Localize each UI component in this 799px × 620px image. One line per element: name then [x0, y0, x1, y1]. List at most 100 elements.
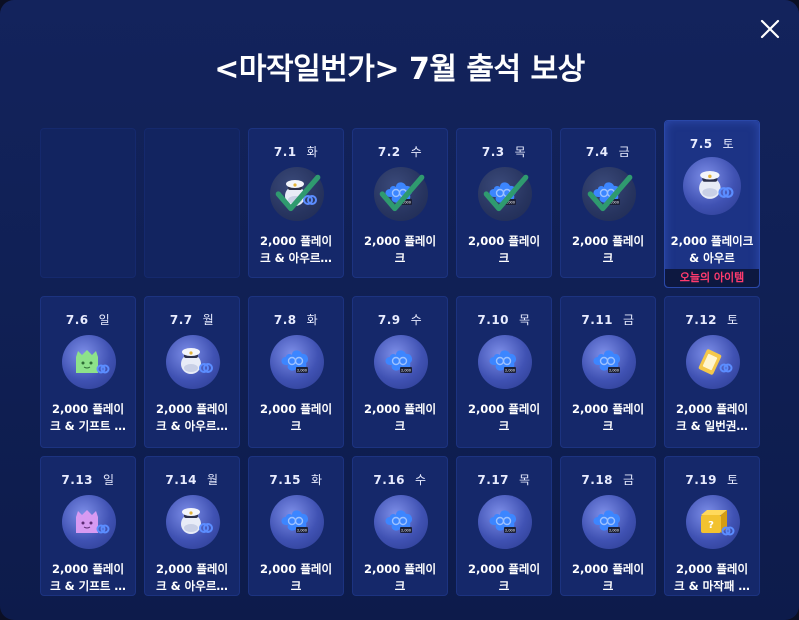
reward-date: 7.5 토: [665, 135, 759, 152]
day-text: 목: [519, 313, 531, 327]
svg-text:2,000: 2,000: [401, 369, 411, 373]
day-text: 일: [103, 473, 115, 487]
svg-text:2,000: 2,000: [401, 529, 411, 533]
pleike-coin-icon: 2,000: [478, 495, 532, 549]
reward-cell[interactable]: 7.14 월 2,000 플레이 크 & 아우르…: [144, 456, 240, 596]
reward-cell[interactable]: 7.6 일 2,000 플레이 크 & 기프트 …: [40, 296, 136, 448]
reward-date: 7.2 수: [353, 143, 447, 160]
reward-date: 7.14 월: [145, 471, 239, 488]
svg-text:2,000: 2,000: [297, 529, 307, 533]
reward-cell[interactable]: 7.18 금 2,000 2,000 플레이 크: [560, 456, 656, 596]
day-text: 화: [311, 473, 323, 487]
captain-hat-icon: [166, 495, 220, 549]
reward-date: 7.15 화: [249, 471, 343, 488]
date-text: 7.19: [685, 473, 718, 487]
day-text: 월: [207, 473, 219, 487]
date-text: 7.16: [373, 473, 406, 487]
check-icon: [483, 174, 529, 212]
reward-cell[interactable]: 7.8 화 2,000 2,000 플레이 크: [248, 296, 344, 448]
reward-label: 2,000 플레이 크: [259, 562, 333, 593]
reward-date: 7.18 금: [561, 471, 655, 488]
reward-date: 7.17 목: [457, 471, 551, 488]
date-text: 7.9: [377, 313, 401, 327]
day-text: 수: [410, 145, 423, 159]
date-text: 7.6: [65, 313, 89, 327]
check-icon: [379, 174, 425, 212]
svg-text:2,000: 2,000: [297, 369, 307, 373]
date-text: 7.18: [581, 473, 614, 487]
reward-cell[interactable]: 7.17 목 2,000 2,000 플레이 크: [456, 456, 552, 596]
reward-cell[interactable]: 7.3 목 2,000 2,000 플레이 크: [456, 128, 552, 278]
reward-cell[interactable]: 7.10 목 2,000 2,000 플레이 크: [456, 296, 552, 448]
modal-title: <마작일번가> 7월 출석 보상: [214, 52, 585, 87]
ticket-icon: [686, 335, 740, 389]
day-text: 화: [306, 145, 319, 159]
attendance-modal: <마작일번가> 7월 출석 보상 7.1 화 2,000 플레이 크 & 아우르……: [0, 0, 799, 620]
gift-bag-green-icon: [62, 335, 116, 389]
reward-date: 7.11 금: [561, 311, 655, 328]
day-text: 목: [514, 145, 527, 159]
gift-bag-purple-icon: [62, 495, 116, 549]
reward-cell[interactable]: 7.11 금 2,000 2,000 플레이 크: [560, 296, 656, 448]
reward-label: 2,000 플레이 크: [363, 562, 437, 593]
date-text: 7.12: [685, 313, 718, 327]
date-text: 7.17: [477, 473, 510, 487]
reward-cell[interactable]: 7.15 화 2,000 2,000 플레이 크: [248, 456, 344, 596]
check-icon: [587, 174, 633, 212]
date-text: 7.4: [585, 145, 609, 159]
date-text: 7.11: [581, 313, 614, 327]
reward-label: 2,000 플레이 크: [363, 402, 437, 433]
reward-date: 7.6 일: [41, 311, 135, 328]
reward-label: 2,000 플레이 크 & 아우르…: [155, 402, 229, 433]
reward-label: 2,000 플레이 크 & 기프트 …: [50, 562, 126, 593]
reward-cell[interactable]: 7.4 금 2,000 2,000 플레이 크: [560, 128, 656, 278]
reward-label: 2,000 플레이 크 & 기프트 …: [50, 402, 126, 433]
day-text: 금: [623, 473, 635, 487]
reward-label: 2,000 플레이 크 & 아우르…: [259, 234, 333, 265]
reward-cell[interactable]: 7.19 토 ? 2,000 플레이 크 & 마작패 …: [664, 456, 760, 596]
date-text: 7.10: [477, 313, 510, 327]
reward-date: 7.7 월: [145, 311, 239, 328]
date-text: 7.7: [169, 313, 193, 327]
day-text: 금: [618, 145, 631, 159]
reward-label: 2,000 플레이 크: [571, 234, 645, 265]
day-text: 수: [415, 473, 427, 487]
reward-label: 2,000 플레이 크: [363, 234, 437, 265]
svg-text:2,000: 2,000: [505, 369, 515, 373]
pleike-coin-icon: 2,000: [270, 335, 324, 389]
date-text: 7.5: [689, 137, 713, 151]
pleike-coin-icon: 2,000: [582, 495, 636, 549]
reward-date: 7.16 수: [353, 471, 447, 488]
reward-cell[interactable]: 7.5토 2,000 플레이크 & 아우르 5,000 오늘의 아이템: [664, 120, 760, 288]
reward-date: 7.8 화: [249, 311, 343, 328]
reward-date: 7.1 화: [249, 143, 343, 160]
reward-date: 7.13 일: [41, 471, 135, 488]
date-text: 7.1: [273, 145, 297, 159]
empty-cell: [40, 128, 136, 278]
reward-label: 2,000 플레이 크: [259, 402, 333, 433]
pleike-coin-icon: 2,000: [582, 335, 636, 389]
date-text: 7.14: [165, 473, 198, 487]
date-text: 7.3: [481, 145, 505, 159]
check-icon: [275, 174, 321, 212]
mahjong-box-icon: ?: [686, 495, 740, 549]
empty-cell: [144, 128, 240, 278]
svg-text:?: ?: [708, 520, 714, 531]
date-text: 7.15: [269, 473, 302, 487]
pleike-coin-icon: 2,000: [582, 167, 636, 221]
captain-hat-icon: [270, 167, 324, 221]
pleike-coin-icon: 2,000: [374, 167, 428, 221]
reward-cell[interactable]: 7.12 토 2,000 플레이 크 & 일번권…: [664, 296, 760, 448]
reward-cell[interactable]: 7.2 수 2,000 2,000 플레이 크: [352, 128, 448, 278]
day-text: 토: [727, 473, 739, 487]
reward-cell[interactable]: 7.16 수 2,000 2,000 플레이 크: [352, 456, 448, 596]
svg-text:2,000: 2,000: [609, 369, 619, 373]
reward-cell[interactable]: 7.13 일 2,000 플레이 크 & 기프트 …: [40, 456, 136, 596]
day-text: 금: [623, 313, 635, 327]
reward-cell[interactable]: 7.1 화 2,000 플레이 크 & 아우르…: [248, 128, 344, 278]
reward-cell[interactable]: 7.9 수 2,000 2,000 플레이 크: [352, 296, 448, 448]
reward-cell[interactable]: 7.7 월 2,000 플레이 크 & 아우르…: [144, 296, 240, 448]
svg-text:2,000: 2,000: [609, 529, 619, 533]
pleike-coin-icon: 2,000: [478, 335, 532, 389]
close-icon[interactable]: [759, 18, 781, 40]
